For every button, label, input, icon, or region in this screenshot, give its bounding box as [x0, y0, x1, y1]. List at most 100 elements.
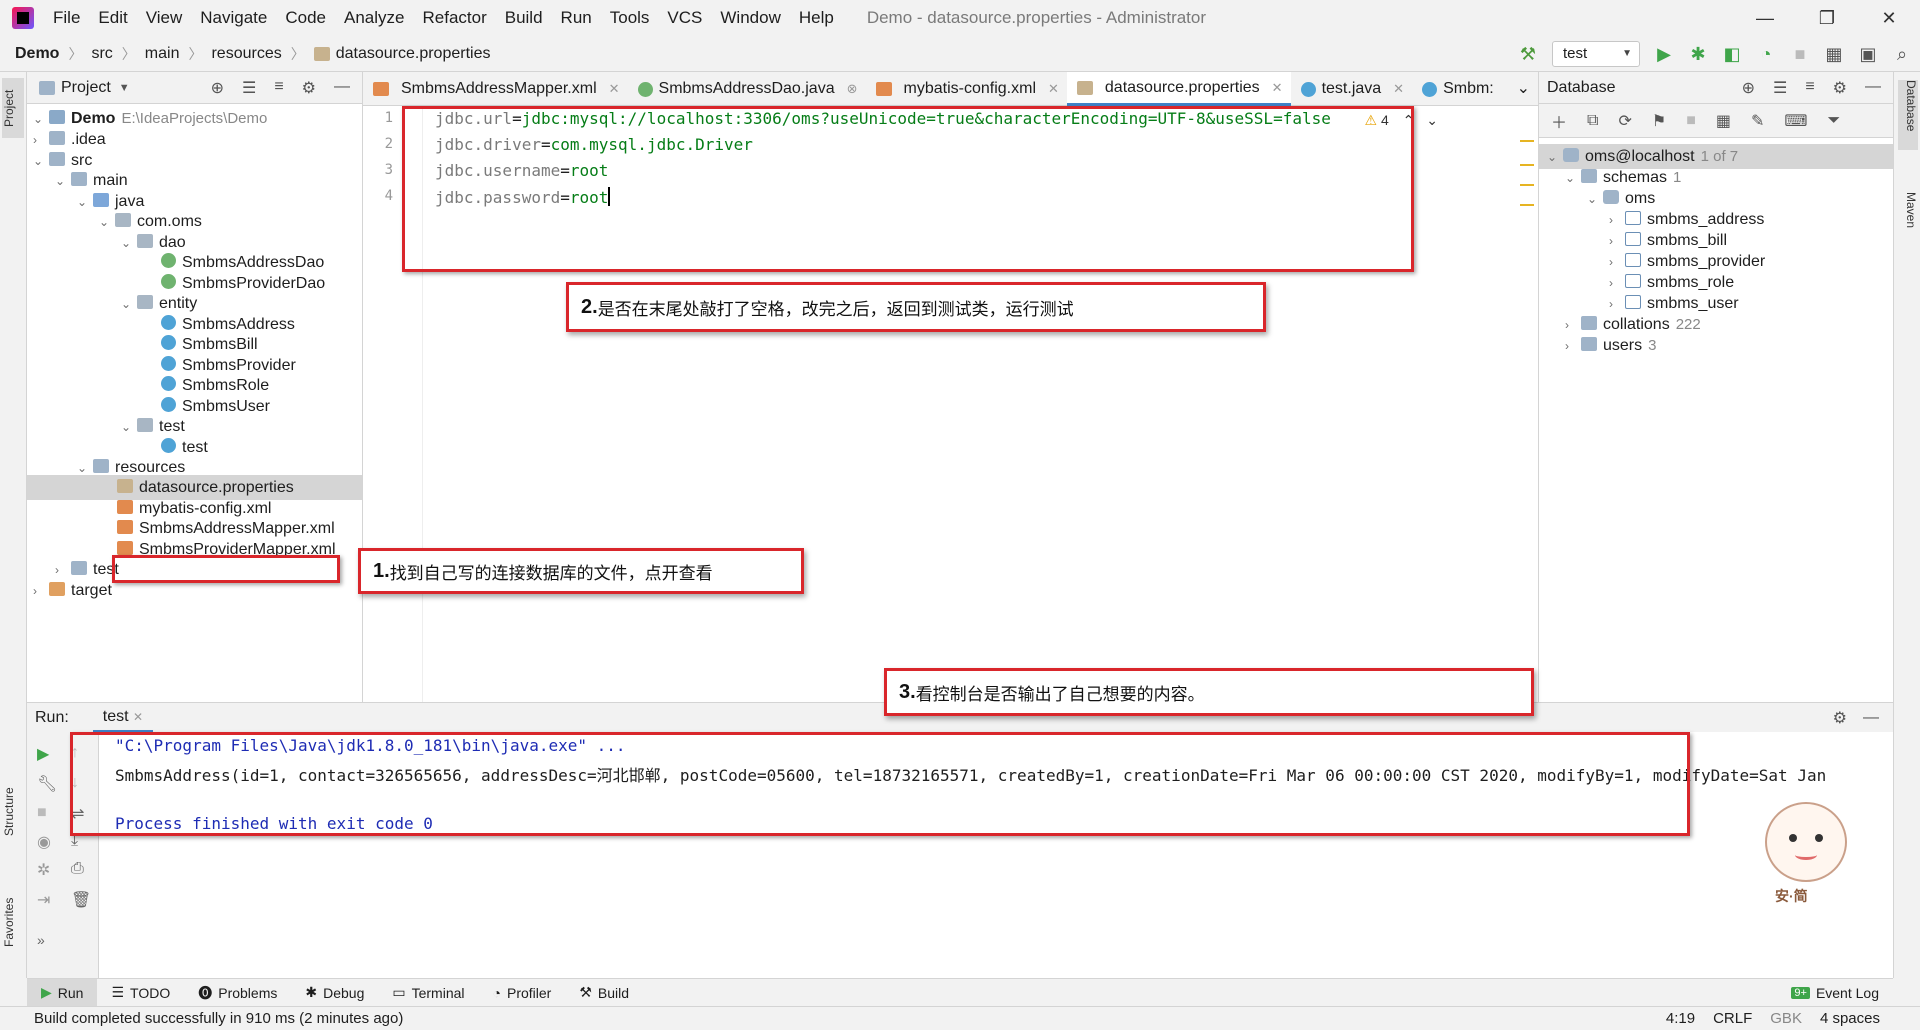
hide-icon[interactable]: — [1865, 78, 1881, 98]
collapse-all-icon[interactable]: ≡ [1805, 78, 1814, 98]
hide-icon[interactable]: — [334, 78, 350, 98]
chevron-down-icon[interactable]: ⌄ [1426, 112, 1438, 128]
menu-window[interactable]: Window [711, 8, 789, 28]
breadcrumb-project[interactable]: Demo [15, 45, 59, 63]
chevron-down-icon[interactable]: ▼ [119, 82, 130, 94]
collapse-all-icon[interactable]: ≡ [274, 78, 283, 98]
menu-vcs[interactable]: VCS [658, 8, 711, 28]
print-icon[interactable]: ⎙ [71, 860, 84, 878]
close-icon[interactable]: ✕ [1048, 72, 1059, 106]
tab-mybatis-config[interactable]: mybatis-config.xml ✕ [866, 72, 1067, 106]
tabs-overflow-icon[interactable]: ⌄ [1507, 72, 1538, 106]
refresh-icon[interactable]: ⟳ [1618, 111, 1631, 131]
db-users[interactable]: › users 3 [1565, 333, 1656, 358]
tab-smbmsaddressdao[interactable]: SmbmsAddressDao.java ⊗ [628, 72, 866, 106]
indent-setting[interactable]: 4 spaces [1820, 1010, 1880, 1027]
stop-icon[interactable]: ■ [1790, 44, 1810, 65]
structure-side-tab[interactable]: Structure [2, 772, 24, 852]
filter-icon[interactable]: ⏷ [1828, 112, 1841, 130]
build-hammer-icon[interactable]: ⚒ [1518, 44, 1538, 65]
console-icon[interactable]: ⌨ [1784, 111, 1807, 131]
presentation-icon[interactable]: ▣ [1858, 44, 1878, 65]
tool-tab-terminal[interactable]: ▭ Terminal [378, 979, 478, 1007]
menu-refactor[interactable]: Refactor [413, 8, 495, 28]
file-encoding[interactable]: GBK [1770, 1010, 1802, 1027]
hide-icon[interactable]: — [1863, 709, 1879, 727]
locate-icon[interactable]: ⊕ [211, 78, 224, 98]
gear-icon[interactable]: ⚙ [302, 78, 316, 98]
settings-icon[interactable]: ✲ [37, 860, 50, 880]
add-icon[interactable]: ＋ [1551, 109, 1567, 133]
gear-icon[interactable]: ⚙ [1833, 708, 1847, 728]
status-message[interactable]: Build completed successfully in 910 ms (… [34, 1010, 403, 1027]
menu-build[interactable]: Build [496, 8, 552, 28]
tool-tab-debug[interactable]: ✱ Debug [291, 979, 378, 1007]
breadcrumb-resources[interactable]: resources [211, 45, 281, 63]
more-icon[interactable]: » [37, 932, 45, 948]
trash-icon[interactable]: 🗑︎ [71, 890, 91, 910]
menu-run[interactable]: Run [552, 8, 601, 28]
close-icon[interactable]: ✕ [609, 72, 620, 106]
breadcrumb-src[interactable]: src [91, 45, 112, 63]
tab-datasource-properties[interactable]: datasource.properties ✕ [1066, 71, 1291, 106]
coverage-icon[interactable]: ◧ [1722, 44, 1742, 65]
tool-tab-problems[interactable]: ⓿ Problems [184, 979, 291, 1007]
menu-analyze[interactable]: Analyze [335, 8, 413, 28]
run-icon[interactable]: ▶ [1654, 44, 1674, 65]
menu-help[interactable]: Help [790, 8, 843, 28]
line-number: 1 [384, 110, 393, 126]
menu-tools[interactable]: Tools [601, 8, 659, 28]
run-icon: ▶ [41, 984, 52, 1000]
run-tab-test[interactable]: test ✕ [92, 703, 154, 733]
stop-icon[interactable]: ■ [1686, 112, 1696, 130]
tool-tab-todo[interactable]: ☰ TODO [97, 979, 184, 1007]
tab-smbms-truncated[interactable]: Smbm: [1412, 72, 1502, 106]
gear-icon[interactable]: ⚙ [1833, 78, 1847, 98]
stop-icon[interactable]: ■ [37, 804, 47, 822]
caret-position[interactable]: 4:19 [1666, 1010, 1695, 1027]
breadcrumb-main[interactable]: main [145, 45, 180, 63]
tab-smbmsaddressmapper[interactable]: SmbmsAddressMapper.xml ✕ [363, 72, 628, 106]
breadcrumb-file[interactable]: datasource.properties [336, 45, 491, 63]
search-icon[interactable]: ⌕ [1892, 44, 1912, 65]
line-separator[interactable]: CRLF [1713, 1010, 1752, 1027]
project-panel-title[interactable]: Project [61, 79, 111, 97]
project-side-tab[interactable]: Project [2, 78, 24, 138]
debug-icon[interactable]: ✱ [1688, 44, 1708, 65]
close-icon[interactable]: ⊗ [847, 72, 858, 106]
menu-edit[interactable]: Edit [89, 8, 136, 28]
edit-icon[interactable]: ✎ [1751, 111, 1764, 131]
project-structure-icon[interactable]: ▦ [1824, 44, 1844, 65]
globe-icon[interactable]: ⊕ [1742, 78, 1755, 98]
tree-item-target[interactable]: › target [33, 578, 112, 603]
schema-icon[interactable]: ⚑ [1652, 111, 1666, 131]
menu-file[interactable]: File [44, 8, 89, 28]
favorites-side-tab[interactable]: Favorites [2, 882, 24, 962]
tool-tab-build[interactable]: ⚒ Build [565, 979, 643, 1007]
close-icon[interactable]: ✕ [133, 710, 143, 724]
copy-icon[interactable]: ⧉ [1587, 112, 1598, 130]
wrench-icon[interactable]: 🔧︎ [37, 774, 57, 794]
menu-navigate[interactable]: Navigate [191, 8, 276, 28]
tool-tab-profiler[interactable]: ◔ Profiler [479, 979, 566, 1007]
tab-test-java[interactable]: test.java ✕ [1291, 72, 1413, 106]
table-view-icon[interactable]: ▦ [1716, 111, 1731, 131]
run-config-select[interactable]: test [1552, 41, 1640, 67]
profile-icon[interactable]: ◔ [1756, 44, 1776, 65]
close-icon[interactable]: ✕ [1272, 71, 1283, 105]
restore-icon[interactable]: ❐ [1796, 0, 1858, 36]
camera-icon[interactable]: ◉ [37, 832, 51, 852]
expand-all-icon[interactable]: ☰ [1773, 78, 1787, 98]
exit-icon[interactable]: ⇥ [37, 890, 50, 910]
database-side-tab[interactable]: Database [1898, 80, 1918, 150]
tool-tab-run[interactable]: ▶ Run [27, 978, 98, 1007]
event-log-tab[interactable]: 9+ Event Log [1777, 979, 1893, 1007]
menu-code[interactable]: Code [276, 8, 335, 28]
expand-all-icon[interactable]: ☰ [242, 78, 256, 98]
maven-side-tab[interactable]: Maven [1898, 192, 1918, 252]
minimize-icon[interactable]: — [1734, 0, 1796, 36]
close-icon[interactable]: ✕ [1393, 72, 1404, 106]
close-icon[interactable]: ✕ [1858, 0, 1920, 36]
rerun-icon[interactable]: ▶ [37, 744, 49, 764]
menu-view[interactable]: View [137, 8, 192, 28]
